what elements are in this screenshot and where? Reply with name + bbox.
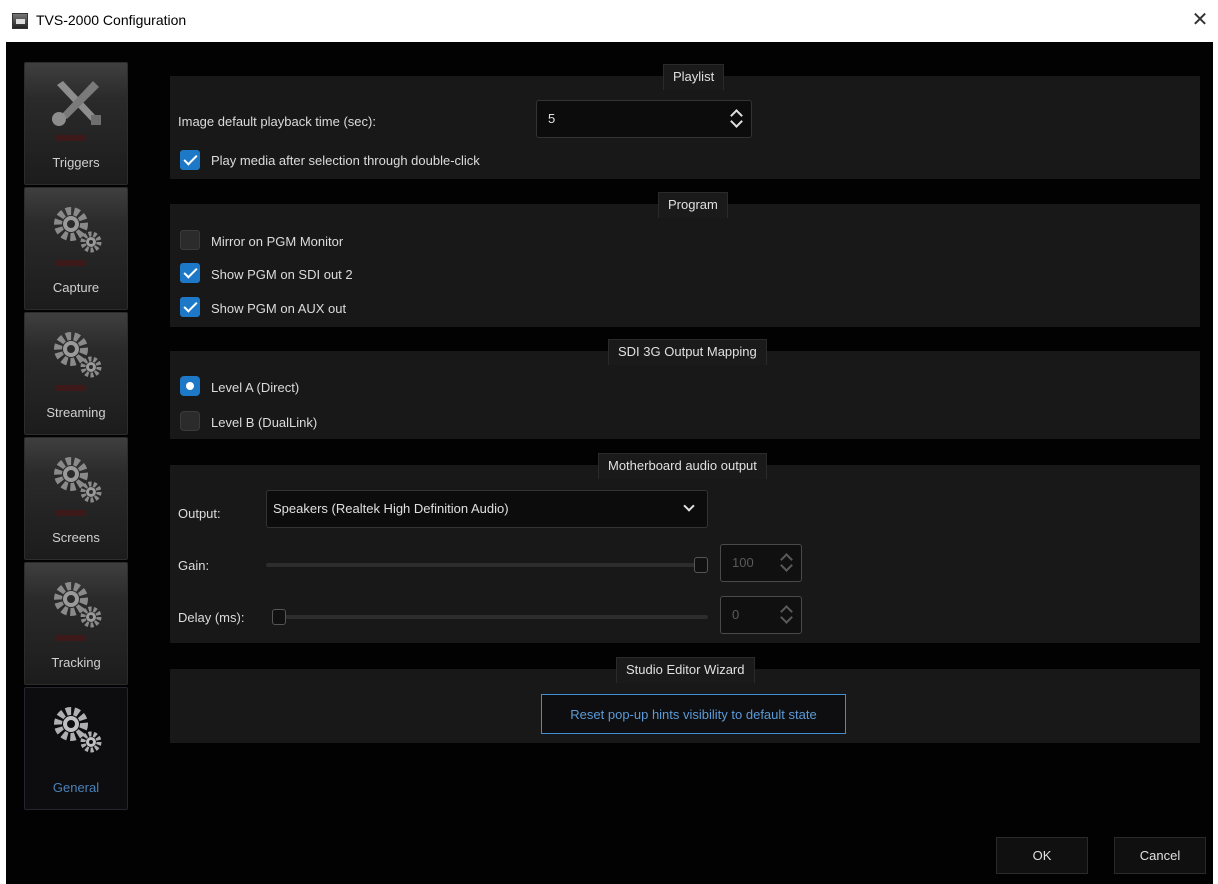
gears-icon xyxy=(54,207,102,253)
sidebar-item-tracking[interactable]: Tracking xyxy=(24,562,128,685)
sidebar-item-label: Triggers xyxy=(52,155,100,170)
sidebar-item-label: General xyxy=(52,780,100,795)
output-label: Output: xyxy=(178,506,221,521)
slider-handle[interactable] xyxy=(272,609,286,625)
delay-value: 0 xyxy=(732,607,740,622)
app-icon xyxy=(12,13,28,29)
indicator-bar xyxy=(55,135,85,141)
sidebar-item-label: Capture xyxy=(52,280,100,295)
delay-label: Delay (ms): xyxy=(178,610,245,625)
aux-out-label: Show PGM on AUX out xyxy=(211,301,347,316)
audio-section: Motherboard audio output Output: Speaker… xyxy=(170,453,1200,643)
tools-icon xyxy=(52,81,101,126)
mirror-pgm-label: Mirror on PGM Monitor xyxy=(211,234,344,249)
gears-icon xyxy=(54,457,102,503)
level-b-label: Level B (DualLink) xyxy=(211,415,318,430)
indicator-bar xyxy=(55,260,85,266)
section-title: Studio Editor Wizard xyxy=(616,657,755,683)
section-title: Playlist xyxy=(663,64,725,90)
window-title: TVS-2000 Configuration xyxy=(36,12,187,28)
section-title: Motherboard audio output xyxy=(598,453,767,479)
gain-label: Gain: xyxy=(178,558,210,573)
level-a-label: Level A (Direct) xyxy=(211,380,300,395)
play-on-dblclick-checkbox[interactable] xyxy=(180,150,200,170)
play-on-dblclick-label: Play media after selection through doubl… xyxy=(211,153,480,168)
playlist-section: Playlist Image default playback time (se… xyxy=(170,64,1200,179)
sidebar-item-streaming[interactable]: Streaming xyxy=(24,312,128,435)
sidebar: Triggers Capture Streaming Screens Track… xyxy=(24,62,130,812)
level-a-radio[interactable] xyxy=(180,376,200,396)
section-title: SDI 3G Output Mapping xyxy=(608,339,767,365)
gears-icon xyxy=(54,707,102,753)
slider-track xyxy=(266,563,708,567)
gain-spinbox[interactable]: 100 xyxy=(720,544,802,582)
chevron-down-icon xyxy=(683,500,695,512)
program-section: Program Mirror on PGM Monitor Show PGM o… xyxy=(170,192,1200,327)
spin-arrows-icon[interactable] xyxy=(779,603,793,627)
level-b-radio[interactable] xyxy=(180,411,200,431)
delay-slider[interactable] xyxy=(272,609,708,625)
sdi-mapping-section: SDI 3G Output Mapping Level A (Direct) L… xyxy=(170,339,1200,439)
indicator-bar xyxy=(55,385,85,391)
indicator-bar xyxy=(55,510,85,516)
gain-value: 100 xyxy=(732,555,754,570)
spin-arrows-icon[interactable] xyxy=(779,551,793,575)
spin-arrows-icon[interactable] xyxy=(729,107,743,131)
title-bar: TVS-2000 Configuration ✕ xyxy=(0,0,1218,42)
gears-icon xyxy=(54,582,102,628)
sidebar-item-label: Screens xyxy=(52,530,100,545)
section-title: Program xyxy=(658,192,728,218)
mirror-pgm-checkbox[interactable] xyxy=(180,230,200,250)
slider-track xyxy=(272,615,708,619)
sdi-out2-checkbox[interactable] xyxy=(180,263,200,283)
reset-hints-button[interactable]: Reset pop-up hints visibility to default… xyxy=(541,694,846,734)
playback-time-label: Image default playback time (sec): xyxy=(178,114,376,129)
sidebar-item-triggers[interactable]: Triggers xyxy=(24,62,128,185)
gain-slider[interactable] xyxy=(266,557,708,573)
close-icon[interactable]: ✕ xyxy=(1188,8,1212,32)
playback-time-value: 5 xyxy=(548,111,556,126)
delay-spinbox[interactable]: 0 xyxy=(720,596,802,634)
sidebar-item-label: Streaming xyxy=(46,405,106,420)
cancel-button[interactable]: Cancel xyxy=(1114,837,1206,874)
playback-time-spinbox[interactable]: 5 xyxy=(536,100,752,138)
config-window: Triggers Capture Streaming Screens Track… xyxy=(6,42,1213,884)
ok-button[interactable]: OK xyxy=(996,837,1088,874)
sidebar-item-capture[interactable]: Capture xyxy=(24,187,128,310)
sidebar-item-general[interactable]: General xyxy=(24,687,128,810)
audio-output-value: Speakers (Realtek High Definition Audio) xyxy=(273,501,509,516)
sdi-out2-label: Show PGM on SDI out 2 xyxy=(211,267,353,282)
sidebar-item-screens[interactable]: Screens xyxy=(24,437,128,560)
slider-handle[interactable] xyxy=(694,557,708,573)
wizard-section: Studio Editor Wizard Reset pop-up hints … xyxy=(170,657,1200,743)
sidebar-item-label: Tracking xyxy=(51,655,101,670)
indicator-bar xyxy=(55,635,85,641)
gears-icon xyxy=(54,332,102,378)
aux-out-checkbox[interactable] xyxy=(180,297,200,317)
audio-output-dropdown[interactable]: Speakers (Realtek High Definition Audio) xyxy=(266,490,708,528)
